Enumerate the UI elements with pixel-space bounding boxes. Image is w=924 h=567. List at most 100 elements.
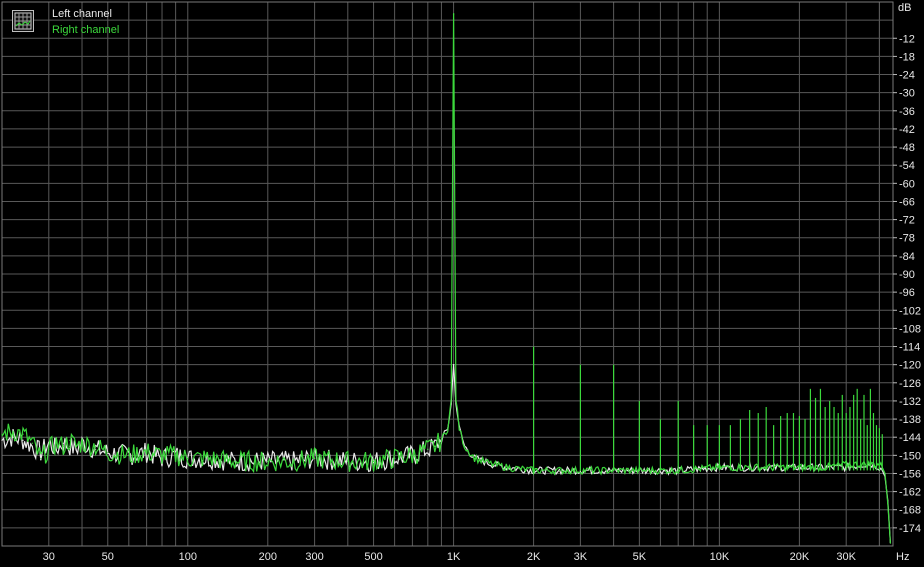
x-tick-label: 20K	[790, 551, 810, 563]
data-point	[31, 445, 33, 447]
data-point	[187, 457, 189, 459]
x-tick-label: 30K	[836, 551, 856, 563]
data-point	[889, 542, 892, 544]
data-point	[458, 427, 460, 429]
y-tick-label: -60	[899, 178, 915, 190]
y-tick-label: -90	[899, 269, 915, 281]
data-point	[447, 427, 449, 429]
data-point	[292, 460, 295, 462]
y-tick-label: -18	[899, 51, 915, 63]
y-tick-label: -12	[899, 33, 915, 45]
legend-item-left-channel: Left channel	[52, 8, 112, 20]
data-point	[22, 433, 24, 435]
data-point	[1, 433, 3, 435]
spectrum-plot: -12 -18 -24 -30 -36 -42 -48 -54 -60 -66 -72 -78 -84 -…	[1, 1, 921, 563]
x-axis-ticks: 30 50 100 200 300 500 1K 2K 3K 5K 10K 20K 30K	[43, 551, 857, 563]
y-tick-label: -144	[899, 432, 921, 444]
data-point	[314, 457, 316, 459]
y-tick-label: -24	[899, 70, 915, 82]
y-tick-label: -48	[899, 142, 915, 154]
data-point	[95, 445, 97, 447]
data-point	[12, 430, 14, 432]
x-tick-label: 1K	[447, 551, 461, 563]
spectrum-analyzer-window: -12 -18 -24 -30 -36 -42 -48 -54 -60 -66 -72 -78 -84 -…	[0, 0, 924, 567]
data-point	[394, 457, 396, 459]
y-tick-label: -54	[899, 160, 915, 172]
data-point	[62, 442, 64, 444]
data-point	[161, 454, 163, 456]
y-tick-label: -96	[899, 287, 915, 299]
y-tick-label: -66	[899, 196, 915, 208]
data-point	[491, 463, 494, 465]
data-point	[107, 451, 109, 453]
y-tick-label: -42	[899, 124, 915, 136]
y-tick-label: -156	[899, 468, 921, 480]
y-tick-label: -108	[899, 323, 921, 335]
y-tick-label: -120	[899, 360, 921, 372]
data-point	[507, 466, 509, 469]
data-point	[208, 457, 210, 459]
data-point	[75, 448, 77, 450]
data-point	[411, 454, 414, 456]
data-point	[48, 448, 50, 450]
data-point	[69, 439, 71, 441]
x-tick-label: 200	[259, 551, 277, 563]
y-tick-label: -168	[899, 505, 921, 517]
data-point	[887, 503, 889, 505]
data-point	[75, 445, 77, 447]
data-point	[146, 451, 148, 453]
y-tick-label: -126	[899, 378, 921, 390]
data-point	[81, 442, 83, 444]
x-tick-label: 50	[102, 551, 114, 563]
data-point	[372, 460, 375, 462]
data-point	[347, 460, 349, 462]
y-tick-label: -114	[899, 342, 920, 354]
y-tick-label: -78	[899, 233, 915, 245]
data-point	[452, 364, 455, 366]
y-axis-ticks: -12 -18 -24 -30 -36 -42 -48 -54 -60 -66 -72 -78 -84 -…	[893, 33, 921, 535]
x-tick-label: 500	[364, 551, 382, 563]
y-tick-label: -162	[899, 487, 921, 499]
data-point	[40, 457, 42, 459]
series-line	[1, 364, 891, 544]
data-point	[440, 439, 443, 441]
y-tick-label: -30	[899, 88, 915, 100]
data-point	[233, 460, 236, 462]
y-tick-label: -132	[899, 396, 921, 408]
data-point	[62, 445, 64, 447]
y-tick-label: -150	[899, 450, 921, 462]
data-point	[427, 448, 429, 450]
data-point	[175, 454, 177, 456]
x-tick-label: 3K	[574, 551, 588, 563]
y-tick-label: -72	[899, 215, 915, 227]
grid-lines	[1, 1, 894, 547]
y-tick-label: -138	[899, 414, 921, 426]
data-point	[455, 397, 457, 399]
y-axis-unit: dB	[898, 2, 911, 14]
x-tick-label: 300	[305, 551, 323, 563]
data-point	[463, 445, 466, 447]
y-tick-label: -84	[899, 251, 915, 263]
data-point	[558, 469, 560, 472]
data-point	[128, 454, 130, 456]
grid-icon[interactable]	[12, 10, 34, 32]
x-tick-label: 2K	[527, 551, 541, 563]
data-point	[434, 445, 436, 447]
data-point	[55, 442, 57, 444]
x-tick-label: 5K	[633, 551, 647, 563]
data-point	[267, 460, 269, 462]
x-tick-label: 30	[43, 551, 55, 563]
x-tick-label: 100	[179, 551, 197, 563]
data-point	[22, 439, 24, 441]
data-point	[474, 457, 476, 459]
data-point	[1, 439, 3, 441]
y-tick-label: -36	[899, 106, 915, 118]
data-point	[884, 472, 886, 475]
y-tick-label: -102	[899, 305, 921, 317]
data-point	[452, 13, 455, 15]
y-tick-label: -174	[899, 523, 921, 535]
data-point	[31, 442, 33, 444]
legend-item-right-channel: Right channel	[52, 24, 120, 36]
data-point	[450, 400, 452, 402]
x-tick-label: 10K	[710, 551, 730, 563]
